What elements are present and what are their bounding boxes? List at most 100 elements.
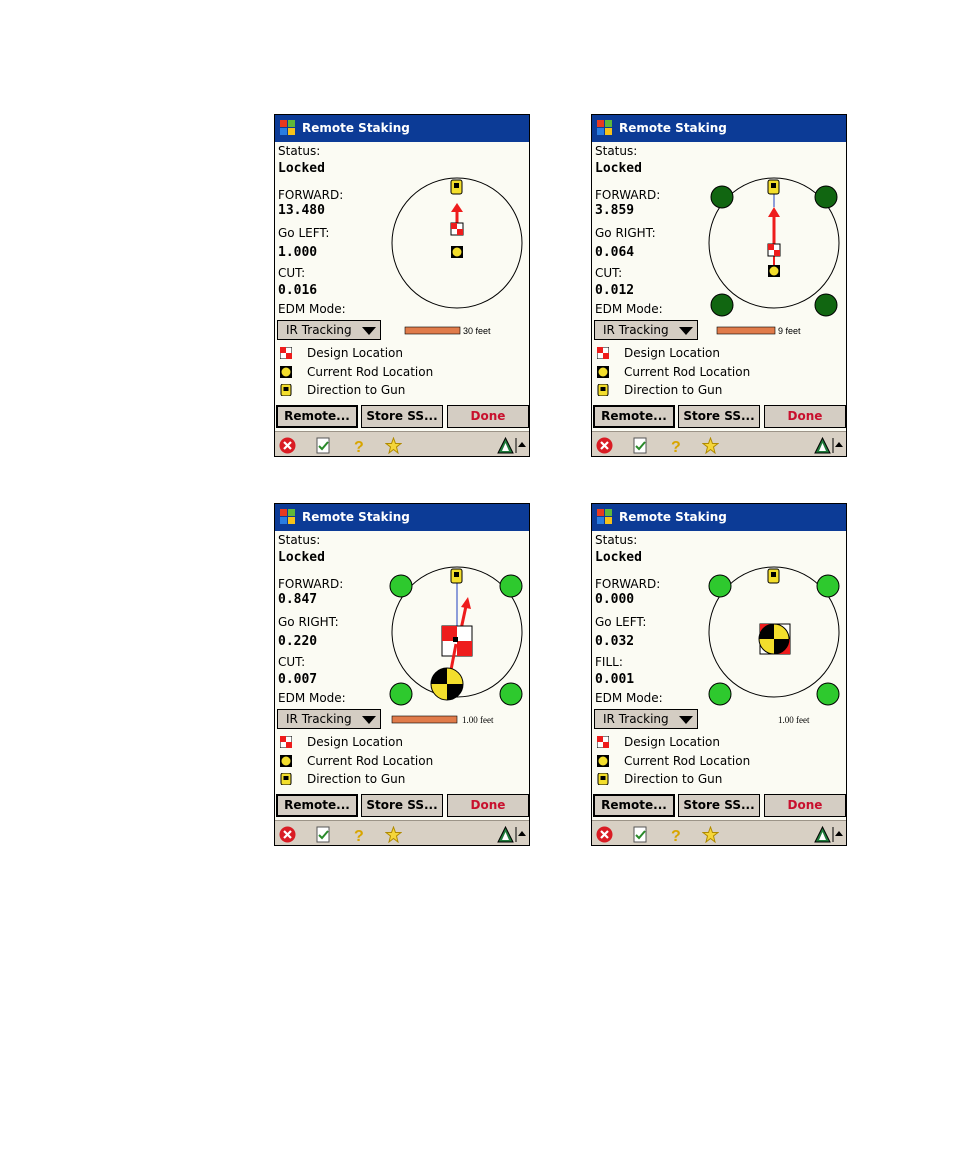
remote-button[interactable]: Remote... bbox=[593, 405, 675, 428]
close-icon[interactable] bbox=[596, 437, 613, 454]
legend-rod-location: Current Rod Location bbox=[624, 365, 751, 379]
svg-text:?: ? bbox=[671, 439, 681, 454]
remote-button[interactable]: Remote... bbox=[276, 794, 358, 817]
scale-label: 9 feet bbox=[778, 326, 801, 336]
legend-gun-direction: Direction to Gun bbox=[624, 383, 723, 397]
rod-location-icon bbox=[758, 623, 790, 655]
favorites-icon[interactable] bbox=[385, 437, 402, 454]
target-circle bbox=[391, 177, 523, 309]
staking-diagram: 1.00 feet bbox=[708, 566, 840, 725]
gun-direction-legend-icon bbox=[280, 773, 292, 785]
rod-location-icon bbox=[451, 246, 463, 258]
design-location-legend-icon bbox=[280, 347, 292, 359]
design-location-legend-icon bbox=[280, 736, 292, 748]
done-label: Done bbox=[470, 798, 506, 812]
prism-marker-icon bbox=[814, 185, 838, 209]
done-label: Done bbox=[470, 409, 506, 423]
task-icon[interactable] bbox=[632, 437, 649, 454]
scale-bar bbox=[391, 715, 458, 724]
favorites-icon[interactable] bbox=[385, 826, 402, 843]
design-location-icon bbox=[450, 222, 464, 236]
design-location-legend-icon bbox=[597, 347, 609, 359]
trimble-icon[interactable] bbox=[497, 826, 514, 843]
bottom-toolbar: ? bbox=[275, 431, 529, 456]
direction-arrow-head bbox=[451, 203, 463, 212]
close-icon[interactable] bbox=[279, 826, 296, 843]
legend-rod-location: Current Rod Location bbox=[624, 754, 751, 768]
task-icon[interactable] bbox=[315, 826, 332, 843]
remote-button[interactable]: Remote... bbox=[276, 405, 358, 428]
up-arrow-icon[interactable] bbox=[515, 826, 527, 843]
gun-direction-icon bbox=[767, 179, 780, 195]
close-icon[interactable] bbox=[279, 437, 296, 454]
gun-direction-icon bbox=[767, 568, 780, 584]
prism-marker-icon bbox=[710, 185, 734, 209]
rod-location-icon bbox=[768, 265, 780, 277]
bottom-toolbar: ? bbox=[275, 820, 529, 845]
help-icon[interactable]: ? bbox=[350, 826, 367, 843]
scale-label: 1.00 feet bbox=[778, 715, 810, 725]
prism-marker-icon bbox=[816, 682, 840, 706]
direction-arrow-head bbox=[461, 597, 471, 609]
trimble-icon[interactable] bbox=[814, 437, 831, 454]
store-button[interactable]: Store SS... bbox=[361, 405, 443, 428]
scale-bar bbox=[404, 326, 461, 335]
favorites-icon[interactable] bbox=[702, 437, 719, 454]
help-icon[interactable]: ? bbox=[667, 437, 684, 454]
design-location-icon bbox=[767, 243, 781, 257]
rod-location-legend-icon bbox=[280, 755, 292, 767]
trimble-icon[interactable] bbox=[497, 437, 514, 454]
up-arrow-icon[interactable] bbox=[832, 437, 844, 454]
legend-gun-direction: Direction to Gun bbox=[624, 772, 723, 786]
store-button[interactable]: Store SS... bbox=[361, 794, 443, 817]
center-point bbox=[453, 637, 458, 642]
up-arrow-icon[interactable] bbox=[515, 437, 527, 454]
up-arrow-icon[interactable] bbox=[832, 826, 844, 843]
gun-direction-legend-icon bbox=[597, 773, 609, 785]
favorites-icon[interactable] bbox=[702, 826, 719, 843]
done-button[interactable]: Done bbox=[764, 405, 846, 428]
prism-marker-icon bbox=[499, 682, 523, 706]
trimble-icon[interactable] bbox=[814, 826, 831, 843]
task-icon[interactable] bbox=[632, 826, 649, 843]
close-icon[interactable] bbox=[596, 826, 613, 843]
legend-design-location: Design Location bbox=[307, 735, 403, 749]
legend-design-location: Design Location bbox=[307, 346, 403, 360]
legend-design-location: Design Location bbox=[624, 346, 720, 360]
design-location-legend-icon bbox=[597, 736, 609, 748]
bottom-toolbar: ? bbox=[592, 431, 846, 456]
svg-text:?: ? bbox=[354, 439, 364, 454]
store-button[interactable]: Store SS... bbox=[678, 794, 760, 817]
task-icon[interactable] bbox=[315, 437, 332, 454]
prism-marker-icon bbox=[814, 293, 838, 317]
done-button[interactable]: Done bbox=[764, 794, 846, 817]
store-button[interactable]: Store SS... bbox=[678, 405, 760, 428]
help-icon[interactable]: ? bbox=[350, 437, 367, 454]
legend-gun-direction: Direction to Gun bbox=[307, 383, 406, 397]
bottom-toolbar: ? bbox=[592, 820, 846, 845]
screen-3: Remote Staking Status: Locked FORWARD: 0… bbox=[274, 503, 530, 846]
prism-marker-icon bbox=[710, 293, 734, 317]
done-button[interactable]: Done bbox=[447, 794, 529, 817]
direction-arrow-head bbox=[768, 207, 780, 217]
gun-direction-icon bbox=[450, 179, 463, 195]
remote-button[interactable]: Remote... bbox=[593, 794, 675, 817]
rod-location-icon bbox=[430, 667, 464, 701]
screen-1: Remote Staking Status: Locked FORWARD: 1… bbox=[274, 114, 530, 457]
legend-design-location: Design Location bbox=[624, 735, 720, 749]
prism-marker-icon bbox=[708, 574, 732, 598]
prism-marker-icon bbox=[708, 682, 732, 706]
prism-marker-icon bbox=[389, 574, 413, 598]
rod-location-legend-icon bbox=[597, 755, 609, 767]
gun-direction-legend-icon bbox=[597, 384, 609, 396]
screen-2: Remote Staking Status: Locked FORWARD: 3… bbox=[591, 114, 847, 457]
staking-diagram: 1.00 feet bbox=[389, 566, 523, 725]
help-icon[interactable]: ? bbox=[667, 826, 684, 843]
scale-label: 1.00 feet bbox=[462, 715, 494, 725]
done-button[interactable]: Done bbox=[447, 405, 529, 428]
svg-text:?: ? bbox=[671, 828, 681, 843]
staking-diagram: 30 feet bbox=[391, 177, 523, 336]
staking-diagram: 9 feet bbox=[708, 177, 840, 336]
legend-rod-location: Current Rod Location bbox=[307, 365, 434, 379]
done-label: Done bbox=[787, 798, 823, 812]
